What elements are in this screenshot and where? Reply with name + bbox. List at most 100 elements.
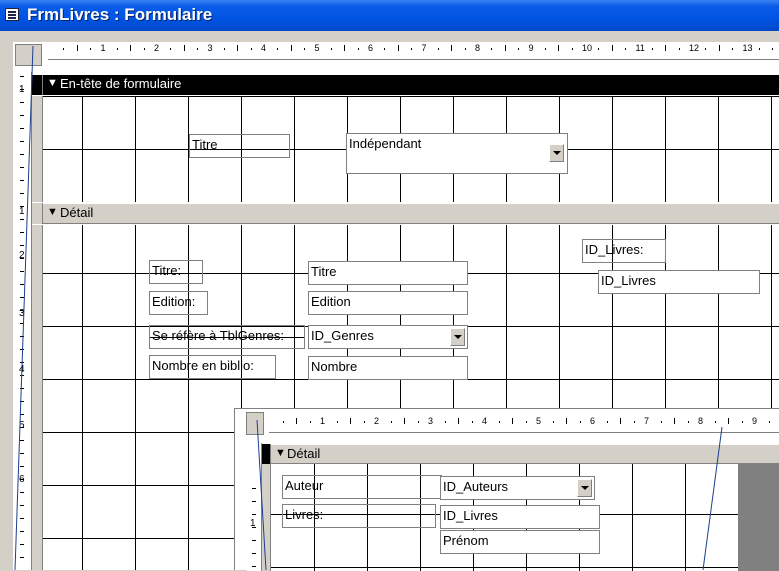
subform-ruler-tick [471,421,473,423]
detail-titre-field[interactable]: Titre [308,261,468,285]
subform-livres-field[interactable]: ID_Livres [440,505,600,529]
header-section-selector[interactable] [32,75,43,95]
subform-detail-bar[interactable]: ▼ Détail [271,444,779,464]
detail-section-selector[interactable] [32,203,43,224]
detail-section-bar[interactable]: ▼ Détail [43,203,779,224]
vertical-ruler-tick [20,245,24,246]
subform-ruler-number: 3 [428,416,434,426]
main-ruler-tick [518,48,520,50]
subform-selector-box[interactable] [246,412,264,435]
vertical-ruler-tick [20,102,24,103]
detail-genres-combobox-value: ID_Genres [311,328,374,343]
subform-ruler-tick [390,421,392,423]
main-ruler-number: 11 [635,43,645,53]
dropdown-arrow-icon[interactable] [577,479,592,497]
vertical-ruler-tick [20,141,24,142]
subform-auteur-combobox[interactable]: ID_Auteurs [440,476,595,500]
main-ruler-tick [143,48,145,50]
vertical-ruler-tick [20,466,24,467]
window-title: FrmLivres : Formulaire [27,5,213,24]
main-ruler-number: 9 [528,43,534,53]
vertical-ruler-tick [20,310,24,311]
horizontal-ruler[interactable]: 1 2 3 4 5 6 7 8 9 10 11 12 13 [48,42,779,60]
detail-id-livres-field[interactable]: ID_Livres [598,270,760,294]
main-ruler-tick [611,45,613,51]
vertical-ruler-tick [20,115,24,116]
main-ruler-tick [705,48,707,50]
subform-horizontal-ruler[interactable]: 1 2 3 4 5 6 7 8 9 [269,411,779,433]
subform-ruler-number: 8 [698,416,704,426]
main-ruler-tick [76,45,78,51]
detail-nombre-field[interactable]: Nombre [308,356,468,380]
main-ruler-tick [344,45,346,51]
header-titre-combobox-value: Indépendant [349,136,422,151]
dropdown-arrow-icon[interactable] [450,328,465,346]
detail-edition-label[interactable]: Edition: [149,291,208,315]
vertical-ruler-tick [20,206,24,207]
main-ruler-tick [197,48,199,50]
main-ruler-number: 2 [154,43,160,53]
vertical-ruler-tick [20,232,24,233]
detail-titre-label[interactable]: Titre: [149,260,203,284]
subform-ruler-tick [512,418,513,424]
vertical-ruler-tick [20,414,24,415]
vertical-ruler-tick [20,336,24,337]
vertical-ruler-tick [20,167,24,168]
detail-left-strip [32,225,43,570]
subform-ruler-number: 4 [482,416,488,426]
subform-vertical-ruler-tick [252,488,256,489]
vertical-ruler-tick [20,505,24,506]
detail-edition-field[interactable]: Edition [308,291,468,315]
subform-auteur-label[interactable]: Auteur [282,475,442,499]
vertical-ruler-number: 1 [19,206,25,217]
vertical-ruler-tick [20,492,24,493]
subform-left-strip [262,464,271,571]
header-titre-combobox[interactable]: Indépendant [346,133,568,174]
subform-ruler-number: 2 [374,416,380,426]
subform-ruler-tick [687,421,689,423]
dropdown-arrow-icon[interactable] [549,144,564,162]
subform-vertical-ruler[interactable]: 1 [247,443,262,571]
subform-ruler-tick [336,421,338,423]
subform-ruler-tick [498,421,500,423]
header-titre-label[interactable]: Titre [189,134,290,158]
main-ruler-tick [384,48,386,50]
subform-ruler-tick [741,421,743,423]
subform-vertical-ruler-tick [252,553,256,554]
subform-ruler-tick [458,418,459,424]
main-ruler-tick [304,48,306,50]
detail-section-label: Détail [60,205,94,220]
subform-auteur-combobox-value: ID_Auteurs [443,479,509,494]
main-ruler-tick [397,45,399,51]
main-ruler-tick [90,48,92,50]
vertical-ruler-tick [20,453,24,454]
form-window-icon[interactable] [5,8,19,21]
header-left-strip [32,96,43,202]
main-ruler-tick [504,45,506,51]
subform-detail-selector[interactable] [262,444,271,464]
subform-livres-label[interactable]: Livres: [282,504,436,528]
main-ruler-tick [277,48,279,50]
header-section-bar[interactable]: ▼ En-tête de formulaire [43,75,779,95]
vertical-ruler[interactable]: 1123456 [15,72,32,570]
subform-detail-label: Détail [287,446,321,461]
subform-prenom-field[interactable]: Prénom [440,530,600,554]
detail-genres-combobox[interactable]: ID_Genres [308,325,468,349]
main-ruler-tick [665,45,667,51]
main-ruler-tick [678,48,680,50]
main-ruler-tick [63,48,65,50]
detail-nombre-label[interactable]: Nombre en biblio: [149,355,276,379]
vertical-ruler-tick [20,531,24,532]
subform-ruler-tick [660,421,662,423]
genres-label-strikethrough [150,337,304,338]
main-ruler-tick [758,48,760,50]
vertical-ruler-tick [20,479,24,480]
form-selector-box[interactable] [15,44,42,66]
subform-ruler-tick [579,421,581,423]
vertical-ruler-tick [20,544,24,545]
main-ruler-tick [411,48,413,50]
detail-id-livres-label[interactable]: ID_Livres: [582,239,666,263]
vertical-ruler-tick [20,180,24,181]
main-ruler-number: 13 [742,43,753,53]
subform-ruler-tick [552,421,554,423]
